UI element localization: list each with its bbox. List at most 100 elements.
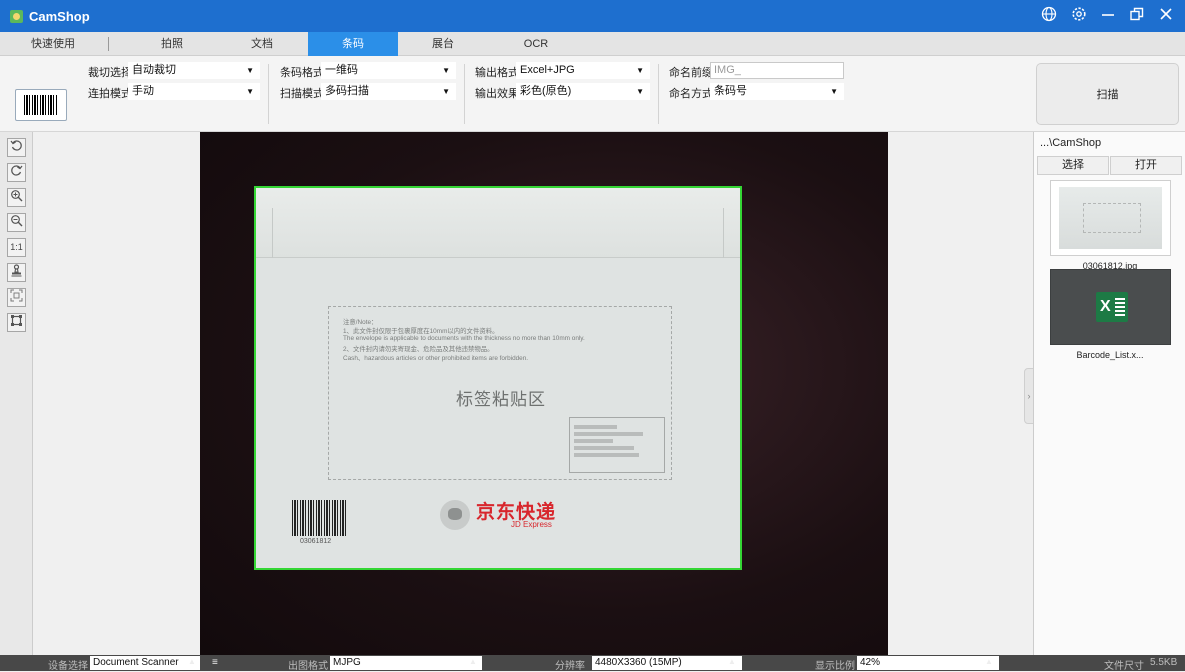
barcode-mode-button[interactable] (15, 89, 67, 121)
toolbar-divider (464, 64, 465, 124)
settings-icon[interactable] (1068, 6, 1090, 26)
save-path: ...\CamShop (1040, 137, 1102, 149)
naming-label: 命名方式 (669, 88, 713, 100)
stamp-icon[interactable] (7, 263, 26, 282)
crop-value: 自动裁切 (132, 64, 176, 76)
dropdown-arrow-icon: ▲ (985, 657, 993, 666)
dropdown-arrow-icon: ▼ (442, 87, 450, 96)
resolution-select[interactable]: 4480X3360 (15MP) (592, 656, 742, 670)
fit-window-icon[interactable] (7, 288, 26, 307)
minimize-icon[interactable] (1097, 6, 1119, 26)
file-thumbnail[interactable] (1050, 180, 1171, 256)
tab-quick-start[interactable]: 快速使用 (12, 32, 94, 56)
note-line: 2、文件封内请勿夹寄现金、危险品及其他违禁物品。 (343, 346, 494, 353)
camera-preview-image: 注意/Note： 1、此文件封仅限于包裹厚度在10mm以内的文件资料。 The … (200, 132, 888, 655)
output-format-label: 输出格式 (475, 67, 519, 79)
jd-mascot-icon (440, 500, 470, 530)
jd-logo-subtext: JD Express (511, 520, 552, 529)
barcode-format-value: 一维码 (325, 64, 358, 76)
output-effect-value: 彩色(原色) (520, 85, 572, 97)
scale-select[interactable]: 42% (857, 656, 999, 670)
crop-label: 裁切选择 (88, 67, 132, 79)
actual-size-button[interactable]: 1:1 (7, 238, 26, 257)
note-line: 注意/Note： (343, 319, 378, 326)
note-line: Cash、hazardous articles or other prohibi… (343, 355, 529, 362)
note-line: 1、此文件封仅限于包裹厚度在10mm以内的文件资料。 (343, 328, 499, 335)
crop-select[interactable]: 自动裁切 ▼ (128, 62, 260, 79)
barcode-format-select[interactable]: 一维码 ▼ (321, 62, 456, 79)
naming-select[interactable]: 条码号 ▼ (710, 83, 844, 100)
dropdown-arrow-icon: ▲ (188, 657, 196, 666)
info-box (569, 417, 665, 473)
settings-slider-icon[interactable]: ≡ (212, 657, 218, 668)
tab-booth[interactable]: 展台 (398, 32, 488, 56)
excel-icon: X (1096, 292, 1128, 322)
zoom-out-icon[interactable] (7, 213, 26, 232)
dropdown-arrow-icon: ▼ (830, 87, 838, 96)
barcode-icon (24, 95, 58, 115)
file-thumbnail[interactable]: X (1050, 269, 1171, 345)
title-bar: CamShop (0, 0, 1185, 32)
output-format-value: Excel+JPG (520, 64, 575, 76)
resolution-label: 分辨率 (555, 661, 585, 672)
tab-photo[interactable]: 拍照 (127, 32, 217, 56)
dropdown-arrow-icon: ▼ (246, 66, 254, 75)
open-folder-button[interactable]: 打开 (1110, 156, 1182, 175)
dropdown-arrow-icon: ▲ (728, 657, 736, 666)
name-prefix-label: 命名前缀 (669, 67, 713, 79)
shoot-mode-label: 连拍模式 (88, 88, 132, 100)
scan-button[interactable]: 扫描 (1036, 63, 1179, 125)
scan-mode-value: 多码扫描 (325, 85, 369, 97)
rotate-right-icon[interactable] (7, 163, 26, 182)
output-format-select[interactable]: Excel+JPG ▼ (516, 62, 650, 79)
dropdown-arrow-icon: ▼ (442, 66, 450, 75)
dropdown-arrow-icon: ▲ (469, 657, 477, 666)
tab-bar: 快速使用 拍照 文档 条码 展台 OCR (0, 32, 1185, 56)
crop-icon[interactable] (7, 313, 26, 332)
detected-document: 注意/Note： 1、此文件封仅限于包裹厚度在10mm以内的文件资料。 The … (254, 186, 742, 570)
select-folder-button[interactable]: 选择 (1037, 156, 1109, 175)
file-size-value: 5.5KB (1150, 657, 1178, 668)
shoot-mode-select[interactable]: 手动 ▼ (128, 83, 260, 100)
app-logo-icon (10, 10, 23, 23)
file-panel: ...\CamShop 选择 打开 03061812.jpg X Barcode… (1033, 132, 1185, 655)
globe-icon[interactable] (1038, 6, 1060, 26)
dropdown-arrow-icon: ▼ (636, 66, 644, 75)
envelope-barcode-number: 03061812 (300, 538, 332, 545)
zoom-in-icon[interactable] (7, 188, 26, 207)
toolbar-divider (658, 64, 659, 124)
tab-document[interactable]: 文档 (217, 32, 307, 56)
envelope-flap (256, 188, 740, 258)
label-area-title: 标签粘贴区 (456, 390, 546, 409)
dropdown-arrow-icon: ▼ (246, 87, 254, 96)
preview-canvas[interactable]: 注意/Note： 1、此文件封仅限于包裹厚度在10mm以内的文件资料。 The … (33, 132, 1033, 655)
output-effect-label: 输出效果 (475, 88, 519, 100)
naming-value: 条码号 (714, 85, 747, 97)
scan-mode-select[interactable]: 多码扫描 ▼ (321, 83, 456, 100)
device-label: 设备选择 (48, 661, 88, 672)
device-select[interactable]: Document Scanner (90, 656, 200, 670)
barcode-format-label: 条码格式 (280, 67, 324, 79)
output-effect-select[interactable]: 彩色(原色) ▼ (516, 83, 650, 100)
status-bar: 设备选择 Document Scanner ▲ ≡ 出图格式 MJPG ▲ 分辨… (0, 655, 1185, 672)
close-icon[interactable] (1155, 6, 1177, 26)
scale-label: 显示比例 (815, 661, 855, 672)
label-area: 注意/Note： 1、此文件封仅限于包裹厚度在10mm以内的文件资料。 The … (328, 306, 672, 480)
toolbar-divider (268, 64, 269, 124)
name-prefix-input[interactable]: IMG_ (710, 62, 844, 79)
restore-icon[interactable] (1126, 6, 1148, 26)
envelope-barcode (292, 500, 346, 536)
output-format-label: 出图格式 (288, 661, 328, 672)
image-thumbnail (1059, 187, 1162, 249)
note-line: The envelope is applicable to documents … (343, 335, 585, 342)
rotate-left-icon[interactable] (7, 138, 26, 157)
output-format-select[interactable]: MJPG (330, 656, 482, 670)
dropdown-arrow-icon: ▼ (636, 87, 644, 96)
left-toolbar: 1:1 (0, 132, 33, 655)
shoot-mode-value: 手动 (132, 85, 154, 97)
tab-ocr[interactable]: OCR (491, 32, 581, 56)
file-name: Barcode_List.x... (1076, 350, 1144, 360)
tab-barcode[interactable]: 条码 (308, 32, 398, 56)
file-size-label: 文件尺寸 (1104, 661, 1144, 672)
tab-divider (108, 37, 109, 51)
